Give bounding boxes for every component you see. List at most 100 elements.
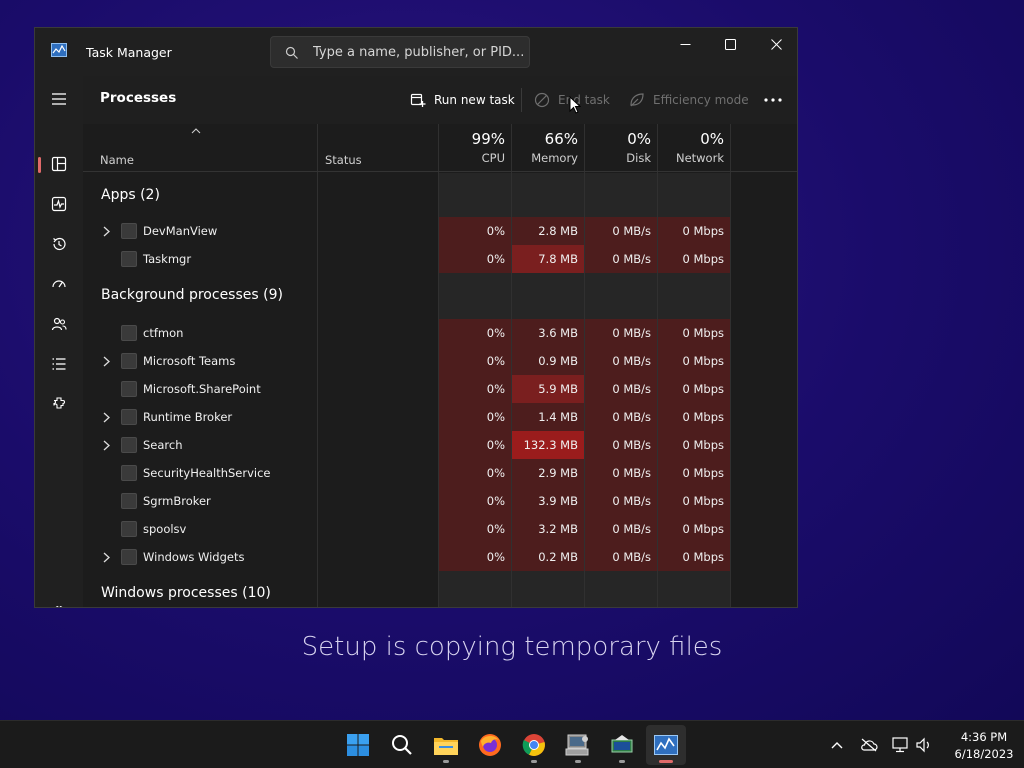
process-icon — [121, 325, 137, 341]
column-header-status[interactable]: Status — [325, 153, 362, 167]
expand-button[interactable] — [99, 224, 113, 238]
memory-cell: 7.8 MB — [511, 245, 584, 273]
taskbar-task-manager[interactable] — [646, 725, 686, 765]
close-icon — [770, 38, 782, 50]
run-new-task-button[interactable]: Run new task — [410, 88, 515, 112]
memory-cell: 3.2 MB — [511, 515, 584, 543]
clock-date[interactable]: 6/18/2023 — [950, 747, 1018, 761]
taskbar-devmanview[interactable] — [602, 725, 642, 765]
group-metric-cell — [511, 173, 584, 217]
taskbar-file-explorer[interactable] — [426, 725, 466, 765]
process-row[interactable]: Runtime Broker 0% 1.4 MB 0 MB/s 0 Mbps — [83, 403, 797, 431]
group-header[interactable]: Apps (2) — [83, 173, 797, 217]
sidebar-item-startup-apps[interactable] — [47, 272, 71, 296]
run-task-icon — [410, 93, 426, 107]
column-header-network[interactable]: 0% Network — [657, 130, 730, 165]
expand-button[interactable] — [99, 550, 113, 564]
memory-cell: 1.4 MB — [511, 403, 584, 431]
clock-time[interactable]: 4:36 PM — [950, 730, 1018, 744]
network-cell: 0 Mbps — [657, 515, 730, 543]
network-cell: 0 Mbps — [657, 403, 730, 431]
minimize-icon — [680, 43, 690, 45]
disk-cell: 0 MB/s — [584, 543, 657, 571]
chevron-right-icon — [103, 440, 110, 450]
process-row[interactable]: Microsoft.SharePoint 0% 5.9 MB 0 MB/s 0 Mbps — [83, 375, 797, 403]
chevron-right-icon — [103, 552, 110, 562]
column-header-name[interactable]: Name — [100, 153, 134, 167]
process-row[interactable]: Windows Widgets 0% 0.2 MB 0 MB/s 0 Mbps — [83, 543, 797, 571]
sidebar-item-services[interactable] — [47, 392, 71, 416]
column-header-cpu[interactable]: 99% CPU — [438, 130, 511, 165]
maximize-button[interactable] — [707, 28, 753, 60]
page-title: Processes — [100, 90, 177, 106]
task-manager-window[interactable]: Task Manager Type a name, publisher, or … — [34, 27, 798, 608]
taskbar-start-button[interactable] — [338, 725, 378, 765]
disk-cell: 0 MB/s — [584, 431, 657, 459]
disk-cell: 0 MB/s — [584, 245, 657, 273]
tray-volume[interactable] — [914, 735, 934, 755]
tray-onedrive[interactable] — [859, 735, 879, 755]
process-row[interactable]: SecurityHealthService 0% 2.9 MB 0 MB/s 0 Mbp… — [83, 459, 797, 487]
search-input[interactable] — [313, 37, 523, 67]
sidebar-item-app-history[interactable] — [47, 232, 71, 256]
process-row[interactable]: Taskmgr 0% 7.8 MB 0 MB/s 0 Mbps — [83, 245, 797, 273]
process-row[interactable]: SgrmBroker 0% 3.9 MB 0 MB/s 0 Mbps — [83, 487, 797, 515]
tray-network[interactable] — [891, 735, 911, 755]
process-row[interactable]: Microsoft Teams 0% 0.9 MB 0 MB/s 0 Mbps — [83, 347, 797, 375]
taskbar-firefox[interactable] — [470, 725, 510, 765]
sidebar-item-users[interactable] — [47, 312, 71, 336]
process-icon — [121, 251, 137, 267]
taskbar: 4:36 PM 6/18/2023 — [0, 720, 1024, 768]
hamburger-icon — [52, 93, 66, 105]
group-metric-cell — [511, 571, 584, 607]
column-header-disk[interactable]: 0% Disk — [584, 130, 657, 165]
windows-start-icon — [347, 734, 369, 756]
cpu-label: CPU — [481, 151, 505, 165]
memory-cell: 132.3 MB — [511, 431, 584, 459]
process-name: SgrmBroker — [143, 494, 211, 508]
history-icon — [53, 237, 66, 251]
group-header[interactable]: Background processes (9) — [83, 273, 797, 319]
disk-cell: 0 MB/s — [584, 347, 657, 375]
folder-icon — [434, 738, 458, 755]
title-bar[interactable]: Task Manager — [35, 28, 797, 76]
taskbar-search-button[interactable] — [382, 725, 422, 765]
expand-button[interactable] — [99, 354, 113, 368]
group-header[interactable]: Windows processes (10) — [83, 571, 797, 607]
minimize-button[interactable] — [662, 28, 708, 60]
process-row[interactable]: DevManView 0% 2.8 MB 0 MB/s 0 Mbps — [83, 217, 797, 245]
close-button[interactable] — [753, 28, 797, 60]
process-icon — [121, 465, 137, 481]
chevron-right-icon — [103, 226, 110, 236]
column-divider — [511, 124, 512, 607]
group-metric-cell — [657, 173, 730, 217]
expand-button[interactable] — [99, 410, 113, 424]
startup-icon — [52, 280, 66, 288]
cpu-cell: 0% — [438, 431, 511, 459]
sidebar-item-performance[interactable] — [47, 192, 71, 216]
end-task-label: End task — [558, 93, 610, 107]
tray-overflow-button[interactable] — [827, 735, 847, 755]
process-row[interactable]: spoolsv 0% 3.2 MB 0 MB/s 0 Mbps — [83, 515, 797, 543]
sidebar-item-settings[interactable] — [47, 600, 71, 607]
chevron-right-icon — [103, 356, 110, 366]
taskbar-chrome[interactable] — [514, 725, 554, 765]
memory-cell: 0.2 MB — [511, 543, 584, 571]
search-box[interactable] — [270, 36, 530, 68]
hamburger-menu-button[interactable] — [47, 87, 71, 111]
process-row[interactable]: Search 0% 132.3 MB 0 MB/s 0 Mbps — [83, 431, 797, 459]
maximize-icon — [724, 38, 736, 50]
chevron-right-icon — [103, 412, 110, 422]
network-cell: 0 Mbps — [657, 543, 730, 571]
process-row[interactable]: ctfmon 0% 3.6 MB 0 MB/s 0 Mbps — [83, 319, 797, 347]
network-label: Network — [675, 151, 724, 165]
sidebar-item-processes[interactable] — [47, 152, 71, 176]
more-options-button[interactable] — [759, 88, 787, 112]
sidebar-item-details[interactable] — [47, 352, 71, 376]
process-name: Runtime Broker — [143, 410, 233, 424]
efficiency-mode-button[interactable]: Efficiency mode — [629, 88, 749, 112]
column-header-memory[interactable]: 66% Memory — [511, 130, 584, 165]
expand-button[interactable] — [99, 438, 113, 452]
column-divider — [657, 124, 658, 607]
taskbar-device-manager[interactable] — [558, 725, 598, 765]
